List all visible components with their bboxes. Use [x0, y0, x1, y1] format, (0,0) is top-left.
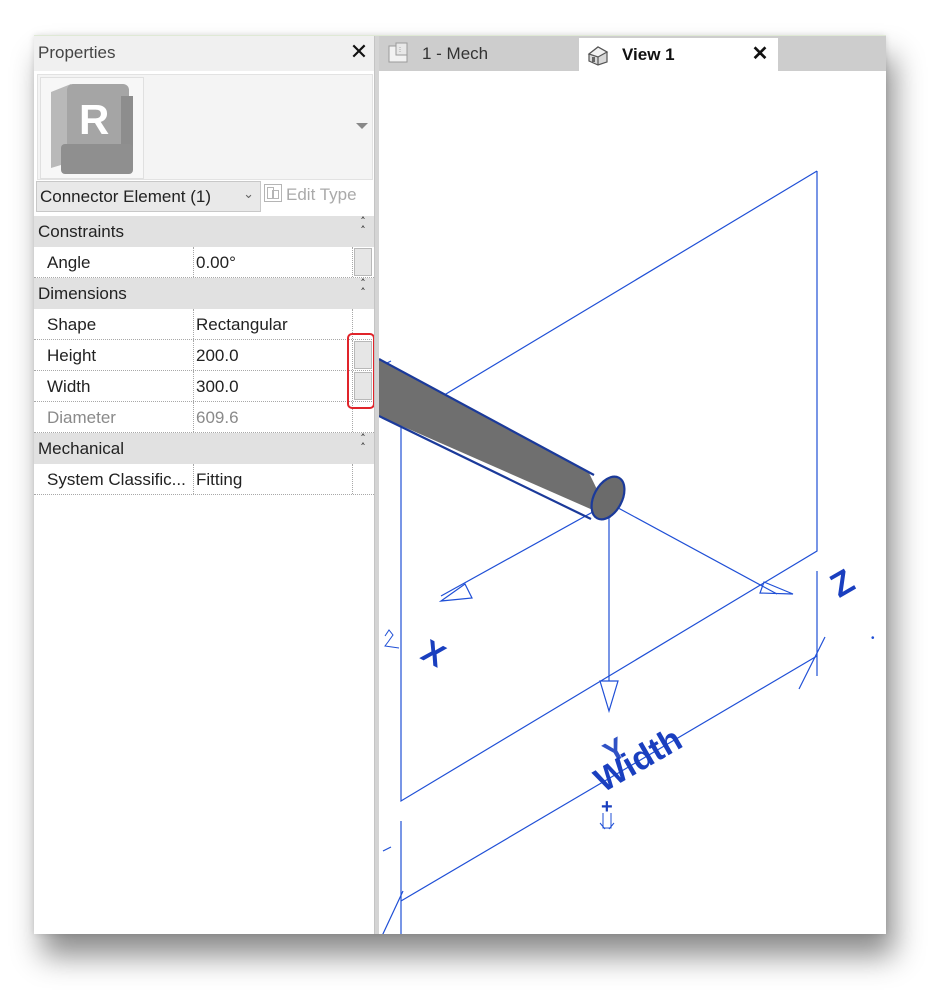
svg-text:Width: Width [588, 720, 689, 800]
property-row-shape: Shape Rectangular [34, 309, 374, 340]
chevron-down-icon: ⌄ [243, 187, 254, 202]
dimension-tick-right [798, 636, 826, 690]
edit-type-label: Edit Type [286, 185, 357, 204]
view-area: 1 - Mech View 1 ✕ X Z Width Y + • [379, 36, 886, 934]
y-axis-arrowhead [599, 680, 619, 714]
connector-plane-edge [405, 170, 818, 419]
z-axis-label: Z [824, 562, 861, 605]
property-row-height: Height 200.0 [34, 340, 374, 371]
x-axis-label: X [416, 632, 452, 674]
section-dimensions[interactable]: Dimensions ˄ ˄ [34, 278, 374, 309]
svg-text:Z: Z [824, 562, 861, 605]
property-name: Height [34, 340, 194, 370]
associate-parameter-cell [354, 465, 372, 493]
element-selector-value: Connector Element (1) [40, 187, 212, 206]
view-gizmo-mark [384, 629, 400, 649]
tab-1-mech[interactable]: 1 - Mech [379, 36, 579, 71]
annotation-highlight-box [347, 333, 375, 409]
dimension-label-width: Width [588, 720, 689, 800]
3d-viewport[interactable]: X Z Width Y + • [379, 71, 886, 934]
tab-label: View 1 [622, 45, 675, 64]
revit-window: Properties ✕ R Connector Element (1) ⌄ E… [34, 35, 886, 934]
collapse-icon[interactable]: ˄ ˄ [358, 278, 368, 298]
svg-text:R: R [79, 96, 109, 143]
property-value-shape[interactable]: Rectangular [194, 309, 353, 339]
x-axis-arrowhead [438, 583, 473, 602]
properties-title-bar: Properties ✕ [34, 36, 374, 71]
property-name: Diameter [34, 402, 194, 432]
view-tab-bar: 1 - Mech View 1 ✕ [379, 36, 886, 71]
3d-house-icon [587, 46, 609, 66]
section-label: Constraints [38, 222, 124, 241]
edit-type-icon [264, 184, 282, 202]
viewport-drawing: X Z Width Y + • [379, 170, 875, 934]
section-mechanical[interactable]: Mechanical ˄ ˄ [34, 433, 374, 464]
collapse-icon[interactable]: ˄ ˄ [358, 216, 368, 236]
property-name: Width [34, 371, 194, 401]
properties-title: Properties [38, 43, 116, 62]
element-selector-row: Connector Element (1) ⌄ Edit Type [34, 181, 374, 213]
triangle-down-icon[interactable] [356, 123, 368, 129]
close-icon[interactable]: ✕ [346, 39, 372, 67]
property-name: System Classific... [34, 464, 194, 494]
property-row-diameter: Diameter 609.6 [34, 402, 374, 433]
floor-plan-icon [388, 42, 408, 63]
section-label: Dimensions [38, 284, 127, 303]
z-axis-line [608, 502, 778, 595]
property-name: Shape [34, 309, 194, 339]
edit-type-button[interactable]: Edit Type [264, 184, 357, 208]
associate-parameter-button[interactable] [354, 248, 372, 276]
collapse-icon[interactable]: ˄ ˄ [358, 433, 368, 453]
element-selector-dropdown[interactable]: Connector Element (1) ⌄ [36, 181, 261, 212]
cursor-fragment: • [871, 633, 875, 644]
section-constraints[interactable]: Constraints ˄ ˄ [34, 216, 374, 247]
property-row-system-classification: System Classific... Fitting [34, 464, 374, 495]
dimension-tick-left [382, 890, 404, 934]
x-axis-line [440, 502, 610, 597]
svg-text:X: X [416, 632, 452, 674]
origin-cross-icon: + [601, 796, 613, 818]
type-selector[interactable]: R [37, 74, 373, 180]
property-name: Angle [34, 247, 194, 277]
properties-panel: Properties ✕ R Connector Element (1) ⌄ E… [34, 36, 375, 934]
tab-view-1[interactable]: View 1 ✕ [579, 38, 778, 71]
pipe-body[interactable] [379, 358, 631, 525]
section-label: Mechanical [38, 439, 124, 458]
property-value-width[interactable]: 300.0 [194, 371, 353, 401]
property-value-angle[interactable]: 0.00° [194, 247, 353, 277]
property-row-angle: Angle 0.00° [34, 247, 374, 278]
property-value-height[interactable]: 200.0 [194, 340, 353, 370]
property-value-diameter: 609.6 [194, 402, 353, 432]
dash-fragment [382, 846, 392, 852]
family-thumbnail: R [40, 77, 144, 179]
properties-grid: Constraints ˄ ˄ Angle 0.00° Dimensions ˄ ˄… [34, 216, 374, 495]
close-icon[interactable]: ✕ [748, 42, 772, 66]
tab-label: 1 - Mech [422, 44, 489, 63]
revit-logo-icon: R [51, 84, 133, 174]
property-row-width: Width 300.0 [34, 371, 374, 402]
property-value-system-classification[interactable]: Fitting [194, 464, 353, 494]
